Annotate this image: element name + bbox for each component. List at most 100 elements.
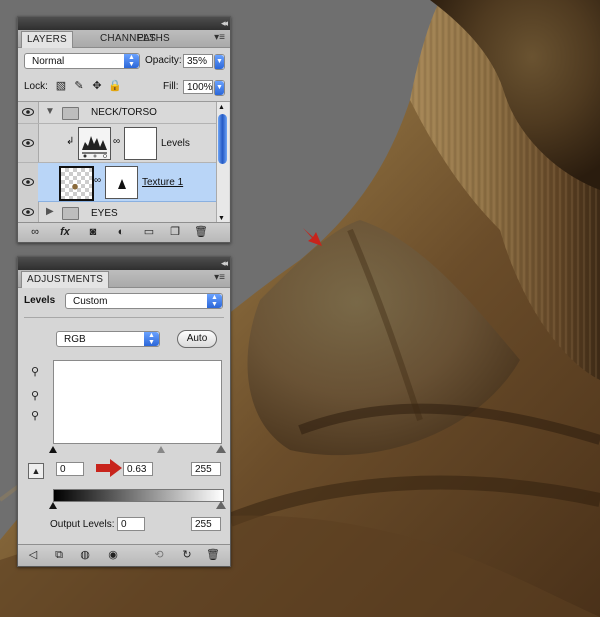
auto-button[interactable]: Auto bbox=[177, 330, 217, 348]
layer-row-adjustment[interactable]: ↲ ∞ Levels bbox=[18, 124, 218, 163]
adjustments-footer: ◁ ⧉ ◍ ◉ ⟲ ↻ 🗑 bbox=[18, 544, 230, 566]
clip-to-layer-icon[interactable]: ◍ bbox=[78, 548, 92, 562]
link-layers-icon[interactable]: ∞ bbox=[28, 225, 42, 239]
channel-select[interactable]: RGB ▲ ▼ bbox=[56, 331, 160, 347]
chevron-updown-icon: ▲ ▼ bbox=[144, 332, 159, 346]
layers-panel: ◂◂ LAYERS CHANNELS PATHS ▾≡ Normal ▲ ▼ Op… bbox=[17, 16, 231, 243]
opacity-label: Opacity: bbox=[145, 55, 182, 66]
eye-icon[interactable] bbox=[22, 178, 34, 186]
layers-list: ▼ NECK/TORSO ↲ ∞ Levels ∞ Texture 1 ▶ EY… bbox=[18, 101, 230, 224]
white-point-slider[interactable] bbox=[216, 445, 226, 453]
layer-name[interactable]: Levels bbox=[161, 138, 190, 149]
tab-paths[interactable]: PATHS bbox=[132, 31, 175, 46]
layer-name[interactable]: NECK/TORSO bbox=[91, 107, 157, 118]
chain-link-icon[interactable]: ∞ bbox=[113, 136, 120, 147]
input-slider-track[interactable] bbox=[49, 445, 226, 454]
input-white-field[interactable]: 255 bbox=[191, 462, 221, 476]
histogram bbox=[53, 360, 222, 444]
new-layer-icon[interactable]: ❐ bbox=[168, 225, 182, 239]
collapse-icon[interactable]: ◂◂ bbox=[221, 18, 228, 29]
black-point-slider[interactable] bbox=[49, 446, 57, 453]
layers-footer: ∞ fx ◙ ◐ ▭ ❐ 🗑 bbox=[18, 222, 230, 242]
layer-name[interactable]: Texture 1 bbox=[142, 177, 183, 188]
input-black-field[interactable]: 0 bbox=[56, 462, 84, 476]
adjustments-panel-titlebar[interactable]: ◂◂ bbox=[18, 257, 230, 270]
collapse-icon[interactable]: ◂◂ bbox=[221, 258, 228, 269]
blend-mode-select[interactable]: Normal ▲ ▼ bbox=[24, 53, 140, 69]
chevron-updown-icon: ▲ ▼ bbox=[207, 294, 222, 308]
back-arrow-icon[interactable]: ◁ bbox=[26, 548, 40, 562]
preset-select[interactable]: Custom ▲ ▼ bbox=[65, 293, 223, 309]
channel-value: RGB bbox=[64, 334, 86, 345]
layers-panel-titlebar[interactable]: ◂◂ bbox=[18, 17, 230, 30]
trash-icon[interactable]: 🗑 bbox=[194, 225, 208, 239]
previous-state-icon[interactable]: ⟲ bbox=[152, 548, 166, 562]
adjustments-panel: ◂◂ ADJUSTMENTS ▾≡ Levels Custom ▲ ▼ RGB ▲… bbox=[17, 256, 231, 567]
black-eyedropper-icon[interactable]: ⚲ bbox=[28, 365, 42, 379]
chevron-updown-icon: ▲ ▼ bbox=[124, 54, 139, 68]
eye-icon[interactable] bbox=[22, 108, 34, 116]
output-gradient-bar bbox=[53, 489, 224, 502]
new-adjustment-icon[interactable]: ◐ bbox=[114, 225, 128, 239]
trash-icon[interactable]: 🗑 bbox=[206, 548, 220, 562]
white-eyedropper-icon[interactable]: ⚲ bbox=[28, 409, 42, 423]
fill-field[interactable]: 100% bbox=[183, 80, 213, 94]
new-group-icon[interactable]: ▭ bbox=[142, 225, 156, 239]
folder-icon bbox=[62, 107, 79, 120]
lock-all-icon[interactable]: 🔒 bbox=[108, 79, 122, 93]
gamma-slider[interactable] bbox=[157, 446, 165, 453]
chain-link-icon[interactable]: ∞ bbox=[94, 175, 101, 186]
eye-icon[interactable] bbox=[22, 139, 34, 147]
folder-icon bbox=[62, 207, 79, 220]
panel-menu-icon[interactable]: ▾≡ bbox=[214, 272, 225, 283]
expand-triangle-icon[interactable]: ▼ bbox=[45, 106, 55, 117]
expand-triangle-icon[interactable]: ▶ bbox=[46, 206, 54, 217]
fill-dropdown[interactable]: ▼ bbox=[214, 80, 225, 96]
adjustments-tab-row: ADJUSTMENTS ▾≡ bbox=[18, 270, 230, 288]
lock-position-icon[interactable]: ✥ bbox=[90, 79, 104, 93]
tab-adjustments[interactable]: ADJUSTMENTS bbox=[21, 271, 110, 288]
output-levels-label: Output Levels: bbox=[50, 519, 115, 530]
add-mask-icon[interactable]: ◙ bbox=[86, 225, 100, 239]
levels-label: Levels bbox=[24, 295, 56, 306]
layer-mask-thumbnail[interactable] bbox=[105, 166, 138, 199]
expanded-view-icon[interactable]: ⧉ bbox=[52, 548, 66, 562]
layers-scrollbar[interactable]: ▲ ▼ bbox=[216, 102, 229, 224]
panel-menu-icon[interactable]: ▾≡ bbox=[214, 32, 225, 43]
divider bbox=[24, 317, 224, 318]
fill-label: Fill: bbox=[163, 81, 179, 92]
gray-eyedropper-icon[interactable]: ⚲ bbox=[28, 389, 42, 403]
layer-row-group[interactable]: ▶ EYES bbox=[18, 202, 218, 223]
levels-adjustment-icon bbox=[78, 127, 111, 160]
lock-transparent-icon[interactable]: ▧ bbox=[54, 79, 68, 93]
output-white-slider[interactable] bbox=[216, 501, 226, 509]
tab-layers[interactable]: LAYERS bbox=[21, 31, 73, 48]
output-slider-track[interactable] bbox=[49, 501, 226, 510]
lock-label: Lock: bbox=[24, 81, 48, 92]
layer-style-icon[interactable]: fx bbox=[58, 225, 72, 239]
visibility-eye-icon[interactable]: ◉ bbox=[106, 548, 120, 562]
opacity-field[interactable]: 35% bbox=[183, 54, 213, 68]
eye-icon[interactable] bbox=[22, 208, 34, 216]
scroll-down-icon[interactable]: ▼ bbox=[218, 215, 225, 222]
output-black-slider[interactable] bbox=[49, 502, 57, 509]
layers-tab-row: LAYERS CHANNELS PATHS ▾≡ bbox=[18, 30, 230, 48]
layer-name[interactable]: EYES bbox=[91, 208, 118, 219]
blend-mode-value: Normal bbox=[32, 56, 65, 67]
chevron-down-icon: ▼ bbox=[215, 55, 224, 69]
layer-row-selected[interactable]: ∞ Texture 1 bbox=[38, 163, 218, 202]
layer-thumbnail[interactable] bbox=[59, 166, 94, 201]
output-black-field[interactable]: 0 bbox=[117, 517, 145, 531]
output-white-field[interactable]: 255 bbox=[191, 517, 221, 531]
scroll-up-icon[interactable]: ▲ bbox=[218, 104, 225, 111]
lock-image-icon[interactable]: ✎ bbox=[72, 79, 86, 93]
input-gamma-field[interactable]: 0.63 bbox=[123, 462, 153, 476]
reset-icon[interactable]: ↻ bbox=[180, 548, 194, 562]
scroll-thumb[interactable] bbox=[218, 114, 227, 164]
preset-value: Custom bbox=[73, 296, 108, 307]
on-image-adjust-icon[interactable]: ▲ bbox=[28, 463, 44, 479]
layer-mask-thumbnail[interactable] bbox=[124, 127, 157, 160]
opacity-dropdown[interactable]: ▼ bbox=[214, 54, 225, 70]
chevron-down-icon: ▼ bbox=[215, 81, 224, 95]
layer-row-group[interactable]: ▼ NECK/TORSO bbox=[18, 102, 218, 124]
